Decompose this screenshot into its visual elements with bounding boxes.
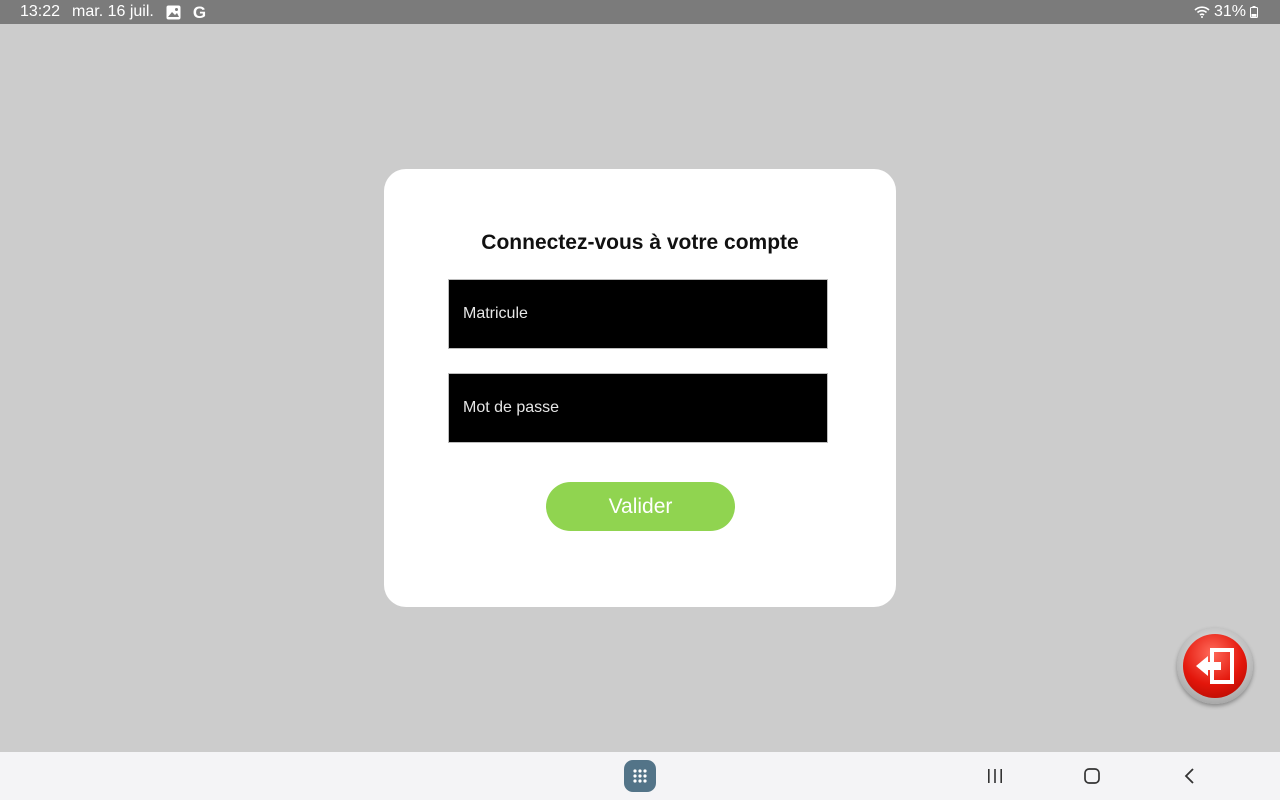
login-title: Connectez-vous à votre compte bbox=[481, 231, 799, 254]
home-button[interactable] bbox=[1080, 764, 1104, 788]
app-area: Connectez-vous à votre compte Valider bbox=[0, 24, 1280, 752]
password-field[interactable] bbox=[448, 373, 828, 443]
battery-percent: 31% bbox=[1213, 3, 1246, 20]
status-date: mar. 16 juil. bbox=[72, 3, 154, 20]
matricule-field[interactable] bbox=[448, 279, 828, 349]
status-bar: 13:22 mar. 16 juil. G 31% bbox=[0, 0, 1280, 24]
home-icon bbox=[1084, 768, 1100, 784]
submit-button[interactable]: Valider bbox=[546, 482, 735, 531]
recents-icon bbox=[988, 769, 1002, 783]
matricule-input[interactable] bbox=[449, 280, 827, 348]
recents-button[interactable] bbox=[983, 764, 1007, 788]
back-icon bbox=[1184, 768, 1194, 784]
wifi-icon bbox=[1194, 6, 1210, 18]
google-icon: G bbox=[192, 2, 207, 22]
login-card: Connectez-vous à votre compte Valider bbox=[384, 169, 896, 607]
apps-button[interactable] bbox=[624, 760, 656, 792]
exit-button[interactable] bbox=[1177, 628, 1253, 704]
gallery-icon bbox=[166, 5, 181, 20]
navigation-bar bbox=[0, 752, 1280, 800]
battery-icon bbox=[1250, 6, 1258, 18]
apps-icon bbox=[633, 769, 647, 783]
status-right: 31% bbox=[1194, 0, 1258, 24]
status-time: 13:22 bbox=[20, 3, 61, 20]
status-left: 13:22 mar. 16 juil. G bbox=[20, 0, 206, 24]
exit-icon bbox=[1183, 634, 1247, 698]
password-input[interactable] bbox=[449, 374, 827, 442]
back-button[interactable] bbox=[1178, 764, 1202, 788]
